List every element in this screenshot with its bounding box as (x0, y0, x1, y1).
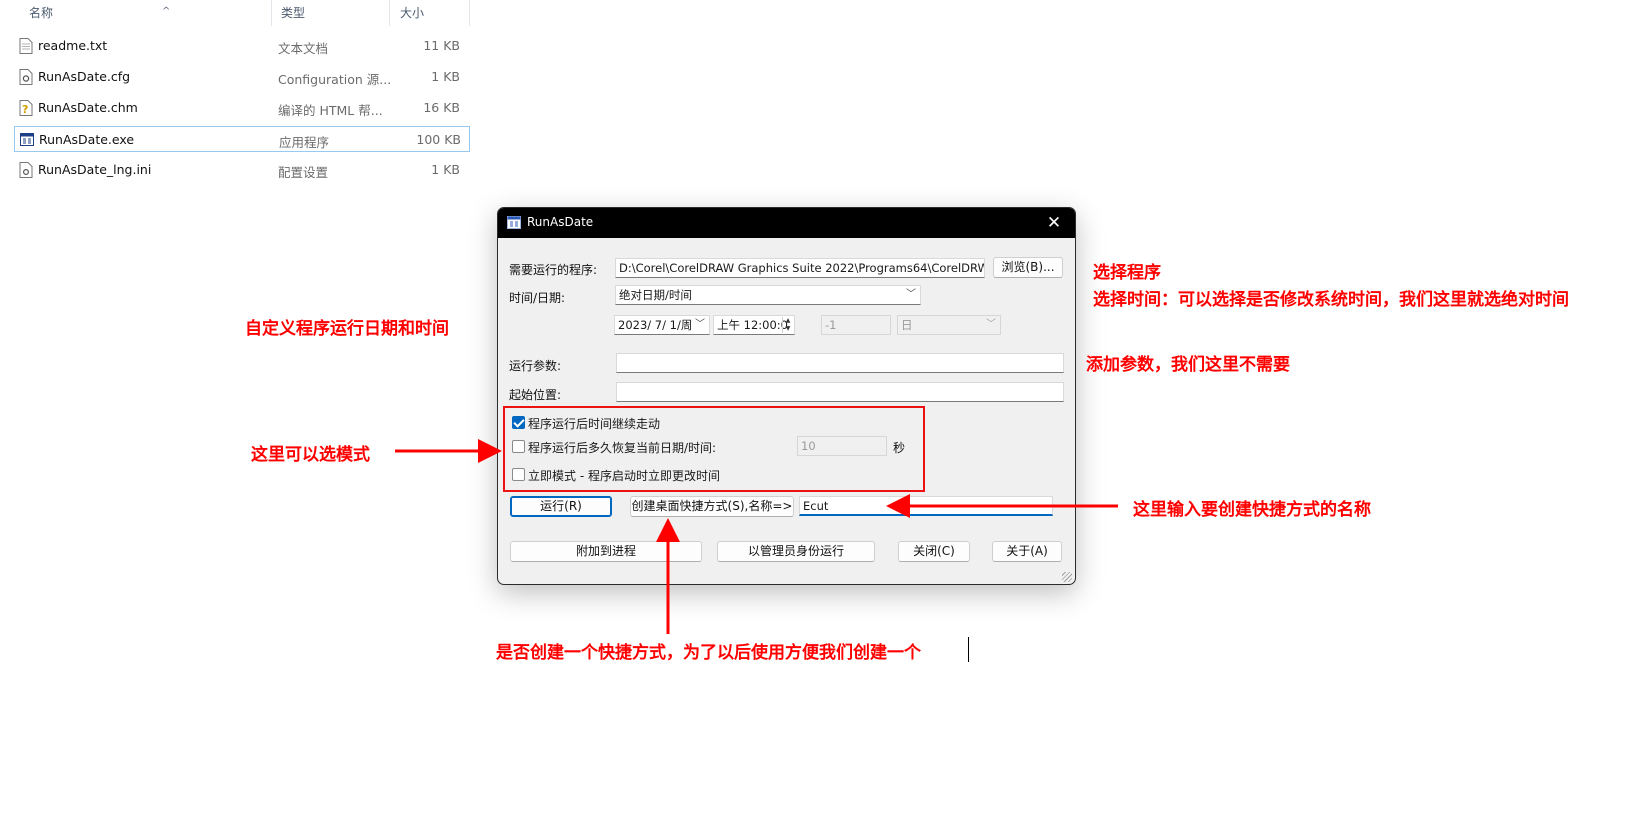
annotation-arrows (395, 439, 1118, 634)
